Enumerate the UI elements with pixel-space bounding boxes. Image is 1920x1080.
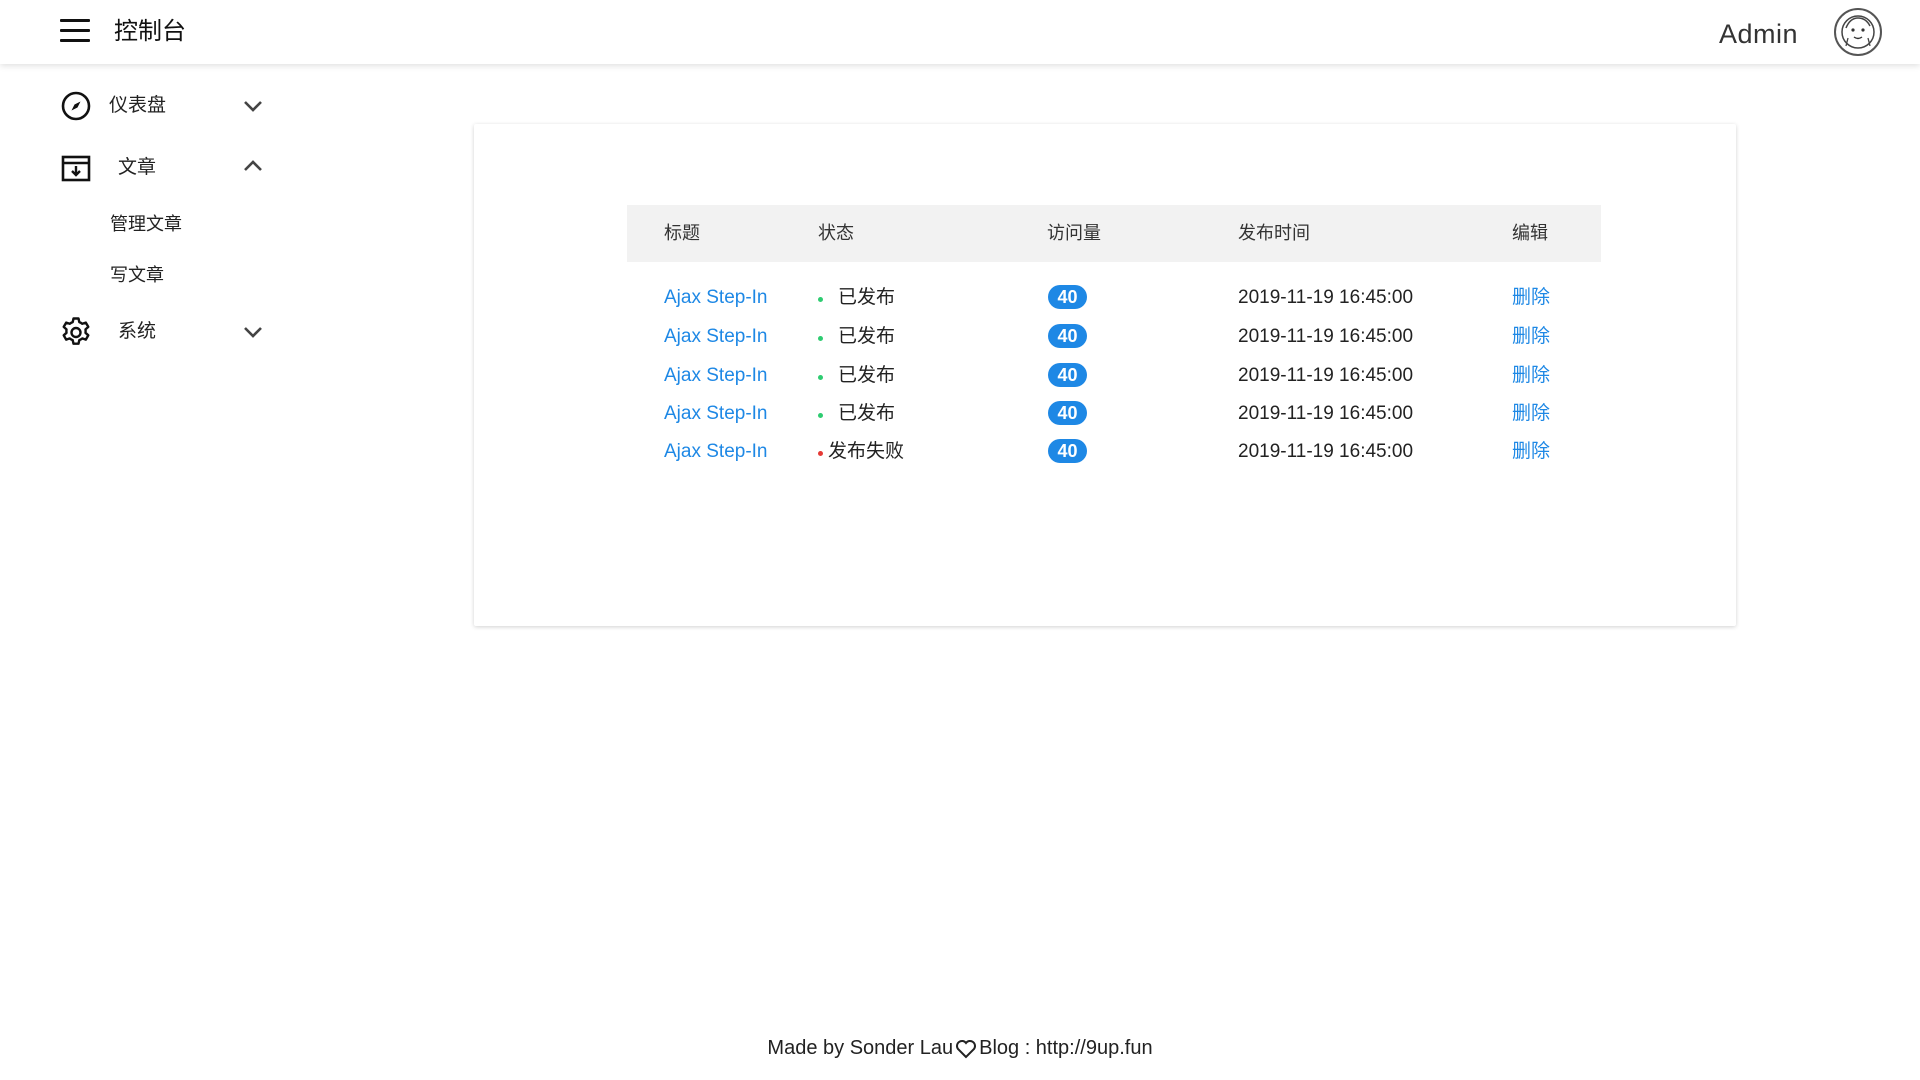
article-title-link[interactable]: Ajax Step-In [664, 402, 768, 426]
sidebar-item-label: 系统 [118, 321, 157, 342]
sidebar-item-label: 文章 [118, 157, 157, 178]
column-header-edit: 编辑 [1512, 223, 1548, 243]
status-dot [818, 336, 823, 341]
footer-blog-link[interactable]: Blog : http://9up.fun [979, 1037, 1152, 1059]
column-header-publish-time: 发布时间 [1238, 223, 1310, 243]
app-title: 控制台 [114, 18, 186, 45]
table-row: Ajax Step-In 已发布 40 2019-11-19 16:45:00 删除 [627, 317, 1601, 357]
publish-time: 2019-11-19 16:45:00 [1238, 326, 1414, 347]
compass-icon [61, 91, 91, 121]
publish-time: 2019-11-19 16:45:00 [1238, 287, 1414, 308]
sidebar-item-label: 仪表盘 [109, 95, 167, 116]
gear-icon [62, 317, 90, 345]
article-title-link[interactable]: Ajax Step-In [664, 440, 768, 464]
avatar[interactable] [1834, 8, 1882, 56]
publish-time: 2019-11-19 16:45:00 [1238, 403, 1414, 424]
top-app-bar: 控制台 Admin [0, 0, 1920, 64]
status-dot [818, 375, 823, 380]
status-text: 发布失败 [828, 441, 905, 462]
avatar-face-icon [1841, 15, 1875, 49]
status-dot [818, 413, 823, 418]
sidebar-nav: 仪表盘 文章 管理文章 写文章 系统 [0, 64, 290, 364]
status-text: 已发布 [838, 403, 896, 424]
chevron-up-icon [244, 160, 262, 171]
delete-link[interactable]: 删除 [1512, 402, 1550, 426]
sidebar-subitem-manage-articles[interactable]: 管理文章 [110, 212, 182, 236]
article-title-link[interactable]: Ajax Step-In [664, 325, 768, 349]
chevron-down-icon [244, 327, 262, 338]
table-header: 标题 状态 访问量 发布时间 编辑 [627, 205, 1601, 262]
table-row: Ajax Step-In 已发布 40 2019-11-19 16:45:00 删除 [627, 278, 1601, 318]
sidebar-item-system[interactable]: 系统 [0, 302, 290, 358]
views-badge: 40 [1048, 285, 1087, 309]
hamburger-menu-icon[interactable] [58, 16, 92, 46]
articles-card: 标题 状态 访问量 发布时间 编辑 Ajax Step-In 已发布 40 2019-… [474, 124, 1736, 626]
table-row: Ajax Step-In 发布失败 40 2019-11-19 16:45:00 删除 [627, 432, 1601, 472]
admin-username[interactable]: Admin [1719, 16, 1798, 52]
status-text: 已发布 [838, 326, 896, 347]
article-title-link[interactable]: Ajax Step-In [664, 364, 768, 388]
status-text: 已发布 [838, 365, 896, 386]
chevron-down-icon [244, 101, 262, 112]
article-title-link[interactable]: Ajax Step-In [664, 286, 768, 310]
status-text: 已发布 [838, 287, 896, 308]
table-row: Ajax Step-In 已发布 40 2019-11-19 16:45:00 删除 [627, 394, 1601, 434]
column-header-title: 标题 [664, 223, 700, 243]
delete-link[interactable]: 删除 [1512, 364, 1550, 388]
delete-link[interactable]: 删除 [1512, 325, 1550, 349]
delete-link[interactable]: 删除 [1512, 440, 1550, 464]
publish-time: 2019-11-19 16:45:00 [1238, 365, 1414, 386]
column-header-status: 状态 [818, 223, 854, 243]
archive-icon [61, 155, 91, 182]
status-dot [818, 297, 823, 302]
views-badge: 40 [1048, 363, 1087, 387]
delete-link[interactable]: 删除 [1512, 286, 1550, 310]
views-badge: 40 [1048, 401, 1087, 425]
column-header-views: 访问量 [1047, 223, 1101, 243]
sidebar-item-dashboard[interactable]: 仪表盘 [0, 78, 290, 134]
footer-credit: Made by Sonder Lau [767, 1037, 954, 1059]
publish-time: 2019-11-19 16:45:00 [1238, 441, 1414, 462]
views-badge: 40 [1048, 324, 1087, 348]
footer: Made by Sonder Lau Blog : http://9up.fun [0, 1034, 1920, 1064]
sidebar-item-articles[interactable]: 文章 [0, 140, 290, 196]
status-dot [818, 451, 823, 456]
sidebar-subitem-write-article[interactable]: 写文章 [110, 263, 164, 287]
table-row: Ajax Step-In 已发布 40 2019-11-19 16:45:00 删除 [627, 356, 1601, 396]
views-badge: 40 [1048, 439, 1087, 463]
heart-icon [956, 1039, 977, 1059]
